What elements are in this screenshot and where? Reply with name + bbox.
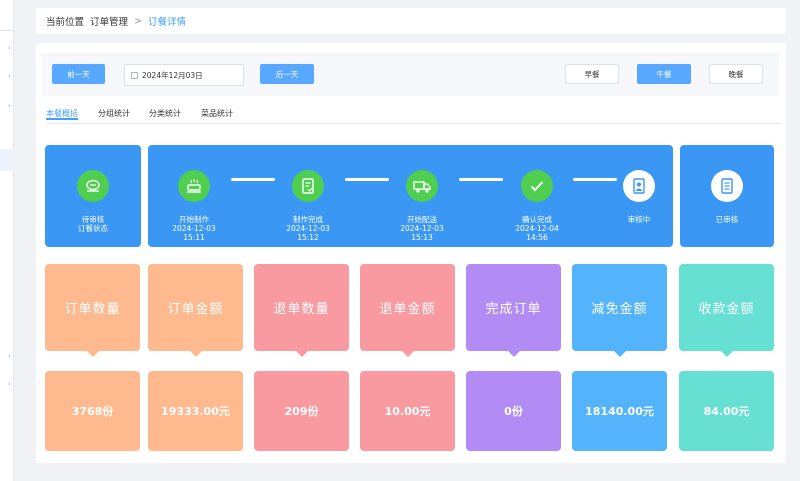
stat-header-discount-amount: 减免金额	[572, 264, 667, 357]
stat-label: 退单数量	[273, 302, 330, 317]
date-picker-input[interactable]: 2024年12月03日	[124, 64, 244, 86]
stage-time: 14:56	[526, 233, 548, 242]
lunch-button[interactable]: 午餐	[637, 64, 691, 84]
pending-status-line2: 订餐状态	[78, 224, 108, 233]
approved-document-icon	[711, 170, 743, 202]
pending-review-icon	[77, 170, 109, 202]
stat-value-received-amount: 84.00元	[679, 371, 774, 451]
stage-date: 2024-12-03	[172, 224, 216, 233]
breadcrumb-current: 订餐详情	[148, 17, 187, 28]
tab-bar: 本餐概括 分组统计 分类统计 菜品统计	[46, 106, 781, 124]
sidebar-divider	[0, 30, 14, 31]
progress-connector	[345, 178, 389, 181]
stage-under-review: 审核中	[628, 215, 651, 224]
stage-date: 2024-12-03	[286, 224, 330, 233]
prev-day-button[interactable]: 前一天	[52, 64, 105, 84]
date-toolbar: 前一天 2024年12月03日 后一天 早餐 午餐 晚餐	[42, 53, 779, 96]
stat-pointer	[721, 351, 733, 357]
stage-start-delivery: 开始配送 2024-12-03 15:13	[400, 215, 444, 242]
stat-header-received-amount: 收款金额	[679, 264, 774, 357]
breadcrumb-parent[interactable]: 订单管理	[90, 14, 128, 28]
stat-pointer	[402, 351, 414, 357]
sidebar-chevron-icon[interactable]: ›	[8, 380, 11, 388]
breadcrumb: 当前位置 订单管理 > 订餐详情	[36, 8, 786, 34]
breakfast-button[interactable]: 早餐	[565, 64, 619, 84]
cooking-pot-icon	[178, 170, 210, 202]
sidebar-chevron-icon[interactable]: ›	[8, 44, 11, 52]
pending-status-card: 待审核 订餐状态	[45, 145, 141, 247]
sidebar-chevron-icon[interactable]: ›	[8, 72, 11, 80]
left-sidebar: › › › › ›	[0, 0, 14, 481]
stat-value-order-count: 3768份	[45, 371, 140, 451]
stat-header-order-amount: 订单金额	[148, 264, 243, 357]
stage-name: 制作完成	[293, 215, 323, 224]
sidebar-active-item[interactable]	[0, 149, 14, 171]
checkmark-icon	[521, 170, 553, 202]
stat-pointer	[87, 351, 99, 357]
stat-pointer	[296, 351, 308, 357]
stage-time: 15:11	[183, 233, 205, 242]
stage-name: 确认完成	[522, 215, 552, 224]
stage-time: 15:13	[411, 233, 433, 242]
progress-connector	[231, 178, 275, 181]
stat-pointer	[190, 351, 202, 357]
stat-header-refund-amount: 退单金额	[360, 264, 455, 357]
stat-value-order-amount: 19333.00元	[148, 371, 243, 451]
main-panel: 前一天 2024年12月03日 后一天 早餐 午餐 晚餐 本餐概括 分组统计 分…	[36, 43, 786, 463]
dinner-button[interactable]: 晚餐	[709, 64, 763, 84]
breadcrumb-label: 当前位置	[46, 17, 85, 28]
tab-active-indicator	[46, 118, 78, 120]
stat-header-completed-orders: 完成订单	[466, 264, 561, 357]
pending-status-label: 待审核 订餐状态	[78, 215, 108, 233]
stat-value-discount-amount: 18140.00元	[572, 371, 667, 451]
stage-start-production: 开始制作 2024-12-03 15:11	[172, 215, 216, 242]
stat-label: 收款金额	[698, 302, 755, 317]
next-day-button[interactable]: 后一天	[260, 64, 314, 84]
delivery-truck-icon	[406, 170, 438, 202]
approved-status-card: 已审核	[680, 145, 774, 247]
stage-confirm-complete: 确认完成 2024-12-04 14:56	[515, 215, 559, 242]
stat-label: 退单金额	[379, 302, 436, 317]
tab-meal-overview[interactable]: 本餐概括	[46, 108, 78, 120]
approved-label: 已审核	[715, 215, 739, 224]
stat-pointer	[614, 351, 626, 357]
sidebar-chevron-icon[interactable]: ›	[8, 352, 11, 360]
stat-pointer	[508, 351, 520, 357]
date-value: 2024年12月03日	[142, 70, 203, 80]
stat-label: 订单金额	[167, 302, 224, 317]
stage-name: 审核中	[627, 215, 651, 224]
stat-label: 完成订单	[485, 302, 542, 317]
stage-name: 开始配送	[407, 215, 437, 224]
document-check-icon	[292, 170, 324, 202]
stage-production-done: 制作完成 2024-12-03 15:12	[286, 215, 330, 242]
tab-label: 本餐概括	[46, 109, 78, 118]
stat-label: 减免金额	[591, 302, 648, 317]
tab-group-stats[interactable]: 分组统计	[98, 108, 130, 119]
stat-label: 订单数量	[64, 302, 121, 317]
progress-connector	[459, 178, 503, 181]
sidebar-chevron-icon[interactable]: ›	[8, 102, 11, 110]
reviewer-icon	[623, 170, 655, 202]
stage-date: 2024-12-03	[400, 224, 444, 233]
breadcrumb-separator: >	[134, 15, 142, 27]
stage-name: 开始制作	[179, 215, 209, 224]
tab-dish-stats[interactable]: 菜品统计	[201, 108, 233, 119]
stat-value-completed-orders: 0份	[466, 371, 561, 451]
stage-date: 2024-12-04	[515, 224, 559, 233]
calendar-icon	[131, 71, 138, 79]
progress-card: 开始制作 2024-12-03 15:11 制作完成 2024-12-03 15…	[148, 145, 673, 247]
stat-header-order-count: 订单数量	[45, 264, 140, 357]
stat-value-refund-count: 209份	[254, 371, 349, 451]
stage-time: 15:12	[297, 233, 319, 242]
stat-value-refund-amount: 10.00元	[360, 371, 455, 451]
progress-connector	[573, 178, 617, 181]
tab-category-stats[interactable]: 分类统计	[149, 108, 181, 119]
stat-header-refund-count: 退单数量	[254, 264, 349, 357]
pending-status-line1: 待审核	[81, 215, 105, 224]
